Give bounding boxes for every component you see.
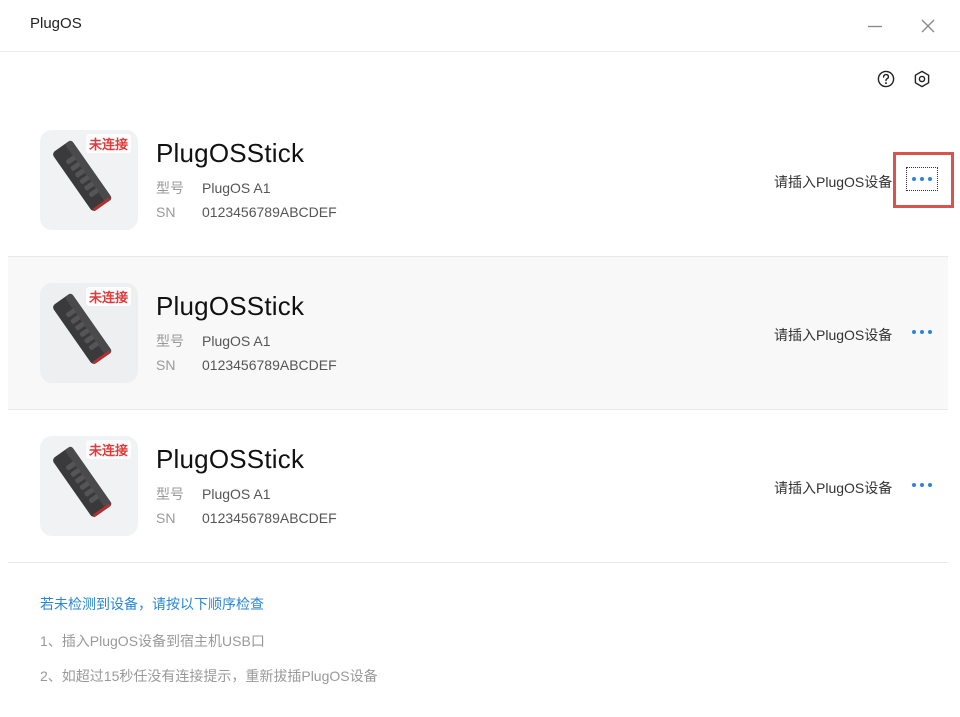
status-badge: 未连接 bbox=[85, 287, 131, 306]
device-hint: 请插入PlugOS设备 bbox=[774, 480, 893, 496]
device-thumbnail: 未连接 bbox=[40, 283, 138, 383]
close-icon bbox=[921, 19, 935, 33]
device-name: PlugOSStick bbox=[156, 444, 305, 474]
app-title: PlugOS bbox=[30, 15, 82, 32]
more-dots-icon bbox=[912, 330, 916, 334]
tips-step: 2、如超过15秒任没有连接提示，重新拔插PlugOS设备 bbox=[40, 668, 378, 684]
sn-value: 0123456789ABCDEF bbox=[202, 510, 337, 526]
device-row[interactable]: 未连接 PlugOSStick 型号 PlugOS A1 SN 0123456789… bbox=[8, 104, 954, 257]
status-badge: 未连接 bbox=[85, 134, 131, 153]
more-dots-icon bbox=[912, 483, 916, 487]
device-thumbnail: 未连接 bbox=[40, 436, 138, 536]
device-thumbnail: 未连接 bbox=[40, 130, 138, 230]
sn-label: SN bbox=[156, 357, 176, 373]
sn-label: SN bbox=[156, 204, 176, 220]
troubleshooting-tips: 若未检测到设备，请按以下顺序检查 1、插入PlugOS设备到宿主机USB口 2、… bbox=[40, 594, 378, 686]
device-list: 未连接 PlugOSStick 型号 PlugOS A1 SN 0123456789… bbox=[8, 104, 954, 563]
model-label: 型号 bbox=[156, 333, 184, 349]
model-value: PlugOS A1 bbox=[202, 333, 271, 349]
tips-step: 1、插入PlugOS设备到宿主机USB口 bbox=[40, 633, 265, 649]
device-sn: SN 0123456789ABCDEF bbox=[156, 510, 337, 526]
model-label: 型号 bbox=[156, 180, 184, 196]
help-button[interactable] bbox=[874, 67, 898, 91]
sn-label: SN bbox=[156, 510, 176, 526]
device-hint: 请插入PlugOS设备 bbox=[774, 174, 893, 190]
more-button[interactable] bbox=[905, 166, 939, 192]
device-row[interactable]: 未连接 PlugOSStick 型号 PlugOS A1 SN 0123456789… bbox=[8, 410, 948, 563]
more-button[interactable] bbox=[905, 472, 939, 498]
device-sn: SN 0123456789ABCDEF bbox=[156, 204, 337, 220]
device-name: PlugOSStick bbox=[156, 291, 305, 321]
close-button[interactable] bbox=[914, 12, 942, 40]
device-name: PlugOSStick bbox=[156, 138, 305, 168]
device-model: 型号 PlugOS A1 bbox=[156, 484, 271, 504]
model-label: 型号 bbox=[156, 486, 184, 502]
model-value: PlugOS A1 bbox=[202, 486, 271, 502]
device-sn: SN 0123456789ABCDEF bbox=[156, 357, 337, 373]
settings-button[interactable] bbox=[910, 67, 934, 91]
more-button[interactable] bbox=[905, 319, 939, 345]
tips-title: 若未检测到设备，请按以下顺序检查 bbox=[40, 596, 264, 612]
gear-icon bbox=[914, 70, 930, 88]
title-bar: PlugOS bbox=[0, 0, 960, 52]
device-hint: 请插入PlugOS设备 bbox=[774, 327, 893, 343]
sn-value: 0123456789ABCDEF bbox=[202, 204, 337, 220]
more-dots-icon bbox=[912, 177, 916, 181]
minimize-button[interactable] bbox=[861, 12, 889, 40]
minimize-icon bbox=[868, 25, 882, 28]
device-row[interactable]: 未连接 PlugOSStick 型号 PlugOS A1 SN 0123456789… bbox=[8, 257, 948, 410]
device-model: 型号 PlugOS A1 bbox=[156, 178, 271, 198]
sn-value: 0123456789ABCDEF bbox=[202, 357, 337, 373]
model-value: PlugOS A1 bbox=[202, 180, 271, 196]
device-model: 型号 PlugOS A1 bbox=[156, 331, 271, 351]
help-circle-icon bbox=[877, 70, 895, 88]
status-badge: 未连接 bbox=[85, 440, 131, 459]
